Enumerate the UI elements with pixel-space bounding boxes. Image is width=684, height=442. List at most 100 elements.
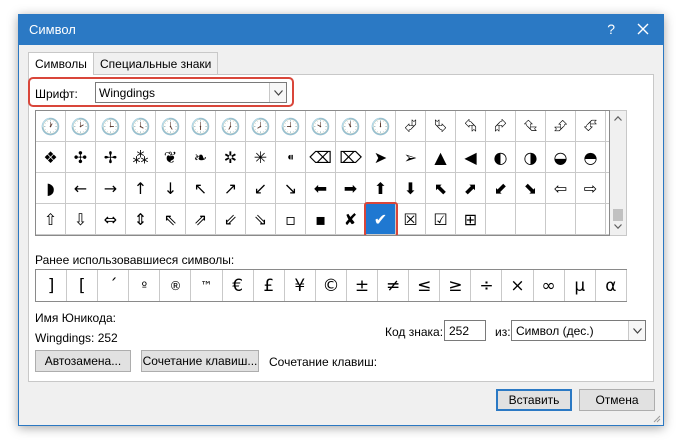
symbol-cell[interactable]: ⁂: [126, 142, 156, 173]
recent-symbol-cell[interactable]: £: [254, 270, 285, 301]
symbol-cell[interactable]: ←: [66, 173, 96, 204]
from-select[interactable]: Символ (дес.): [511, 320, 646, 341]
symbol-cell[interactable]: 🕐: [36, 111, 66, 142]
recent-symbol-cell[interactable]: ÷: [471, 270, 503, 301]
symbol-cell[interactable]: ↑: [126, 173, 156, 204]
symbol-cell[interactable]: ⬅: [306, 173, 336, 204]
symbol-cell[interactable]: 🕓: [126, 111, 156, 142]
symbol-cell[interactable]: [546, 204, 576, 235]
symbol-cell[interactable]: ◑: [516, 142, 546, 173]
symbol-cell[interactable]: ⮶: [576, 111, 606, 142]
symbol-cell[interactable]: 🕕: [186, 111, 216, 142]
character-code-input[interactable]: 252: [444, 320, 486, 341]
symbol-cell[interactable]: ⌫: [306, 142, 336, 173]
symbol-cell[interactable]: ✢: [96, 142, 126, 173]
close-button[interactable]: [633, 18, 653, 40]
help-button[interactable]: ?: [607, 21, 615, 37]
symbol-cell[interactable]: ↓: [156, 173, 186, 204]
recent-symbol-cell[interactable]: ™: [192, 270, 223, 301]
resize-grip-icon[interactable]: [651, 413, 661, 423]
symbol-cell[interactable]: ☑: [426, 204, 456, 235]
symbol-cell[interactable]: ↙: [246, 173, 276, 204]
symbol-cell[interactable]: 🕚: [336, 111, 366, 142]
symbol-cell[interactable]: ⬇: [396, 173, 426, 204]
symbol-cell[interactable]: [576, 204, 606, 235]
symbol-cell[interactable]: ↘: [276, 173, 306, 204]
symbol-cell[interactable]: ⇦: [546, 173, 576, 204]
font-select[interactable]: Wingdings: [95, 82, 287, 103]
symbol-cell[interactable]: ⇙: [216, 204, 246, 235]
tab-special-characters[interactable]: Специальные знаки: [93, 52, 219, 74]
recent-symbol-cell[interactable]: º: [129, 270, 161, 301]
symbol-cell[interactable]: ❧: [186, 142, 216, 173]
recent-symbol-cell[interactable]: ©: [316, 270, 347, 301]
symbol-cell[interactable]: ⬉: [426, 173, 456, 204]
symbol-cell[interactable]: ◀: [456, 142, 486, 173]
symbol-cell[interactable]: ⮱: [426, 111, 456, 142]
symbol-cell[interactable]: 🕒: [96, 111, 126, 142]
symbol-cell[interactable]: ❖: [36, 142, 66, 173]
symbol-grid[interactable]: 🕐🕑🕒🕓🕔🕕🕖🕗🕘🕙🕚🕛⮰⮱⮲⮳⮴⮵⮶⮷❖✣✢⁂❦❧✲✳⁌⌫⌦➤➢▲◀◐◑◒◓◔…: [35, 110, 610, 236]
symbol-cell[interactable]: ▪: [306, 204, 336, 235]
recent-symbol-cell[interactable]: ±: [347, 270, 379, 301]
symbol-cell[interactable]: ⌦: [336, 142, 366, 173]
symbol-cell[interactable]: ◐: [486, 142, 516, 173]
symbol-grid-scrollbar[interactable]: [610, 110, 627, 236]
from-dropdown-arrow[interactable]: [628, 321, 645, 340]
recent-symbol-cell[interactable]: ≤: [409, 270, 441, 301]
recent-symbol-cell[interactable]: ∞: [534, 270, 565, 301]
recent-symbol-cell[interactable]: ®: [160, 270, 192, 301]
symbol-cell[interactable]: ⇨: [576, 173, 606, 204]
symbol-cell[interactable]: ✘: [336, 204, 366, 235]
recent-symbol-cell[interactable]: ]: [36, 270, 68, 301]
tab-symbols[interactable]: Символы: [28, 52, 94, 75]
symbol-cell[interactable]: →: [96, 173, 126, 204]
symbol-cell[interactable]: ⇔: [96, 204, 126, 235]
symbol-cell[interactable]: [516, 204, 546, 235]
recent-symbol-cell[interactable]: ´: [98, 270, 130, 301]
recent-symbol-cell[interactable]: €: [223, 270, 254, 301]
recent-symbol-cell[interactable]: ≠: [378, 270, 410, 301]
symbol-cell[interactable]: ✳: [246, 142, 276, 173]
symbol-cell[interactable]: ◗: [36, 173, 66, 204]
symbol-cell[interactable]: 🕑: [66, 111, 96, 142]
cancel-button[interactable]: Отмена: [579, 389, 655, 411]
symbol-cell[interactable]: ↖: [186, 173, 216, 204]
symbol-cell[interactable]: 🕘: [276, 111, 306, 142]
symbol-cell[interactable]: 🕗: [246, 111, 276, 142]
symbol-cell[interactable]: ⇩: [66, 204, 96, 235]
recent-symbol-cell[interactable]: α: [596, 270, 627, 301]
symbol-cell[interactable]: ⮴: [516, 111, 546, 142]
symbol-cell[interactable]: ➡: [336, 173, 366, 204]
symbol-cell[interactable]: ⮰: [396, 111, 426, 142]
symbol-cell[interactable]: ⮲: [456, 111, 486, 142]
symbol-cell[interactable]: ⇗: [186, 204, 216, 235]
symbol-cell[interactable]: ⇘: [246, 204, 276, 235]
shortcut-key-button[interactable]: Сочетание клавиш...: [141, 350, 259, 372]
recent-symbol-cell[interactable]: [: [67, 270, 99, 301]
font-dropdown-arrow[interactable]: [269, 83, 286, 102]
recent-symbols-row[interactable]: ][´ º ® ™ € £ ¥ © ± ≠ ≤ ≥ ÷ × ∞ µ α: [35, 269, 627, 302]
symbol-cell[interactable]: ▲: [426, 142, 456, 173]
autocorrect-button[interactable]: Автозамена...: [35, 350, 131, 372]
symbol-cell[interactable]: ❦: [156, 142, 186, 173]
symbol-cell[interactable]: ◒: [546, 142, 576, 173]
recent-symbol-cell[interactable]: ×: [503, 270, 534, 301]
symbol-cell[interactable]: ⊞: [456, 204, 486, 235]
recent-symbol-cell[interactable]: ¥: [285, 270, 316, 301]
symbol-cell[interactable]: ✲: [216, 142, 246, 173]
symbol-cell[interactable]: ↗: [216, 173, 246, 204]
scroll-up-button[interactable]: [610, 111, 626, 127]
symbol-cell[interactable]: ⁌: [276, 142, 306, 173]
symbol-cell[interactable]: ◓: [576, 142, 606, 173]
symbol-cell[interactable]: ⬈: [456, 173, 486, 204]
symbol-cell[interactable]: ⮵: [546, 111, 576, 142]
scroll-down-button[interactable]: [610, 219, 626, 235]
symbol-cell[interactable]: 🕛: [366, 111, 396, 142]
symbol-cell[interactable]: ⇕: [126, 204, 156, 235]
symbol-cell[interactable]: ☒: [396, 204, 426, 235]
symbol-cell[interactable]: ⬆: [366, 173, 396, 204]
symbol-cell[interactable]: ⬊: [516, 173, 546, 204]
recent-symbol-cell[interactable]: µ: [565, 270, 596, 301]
symbol-cell[interactable]: ✣: [66, 142, 96, 173]
